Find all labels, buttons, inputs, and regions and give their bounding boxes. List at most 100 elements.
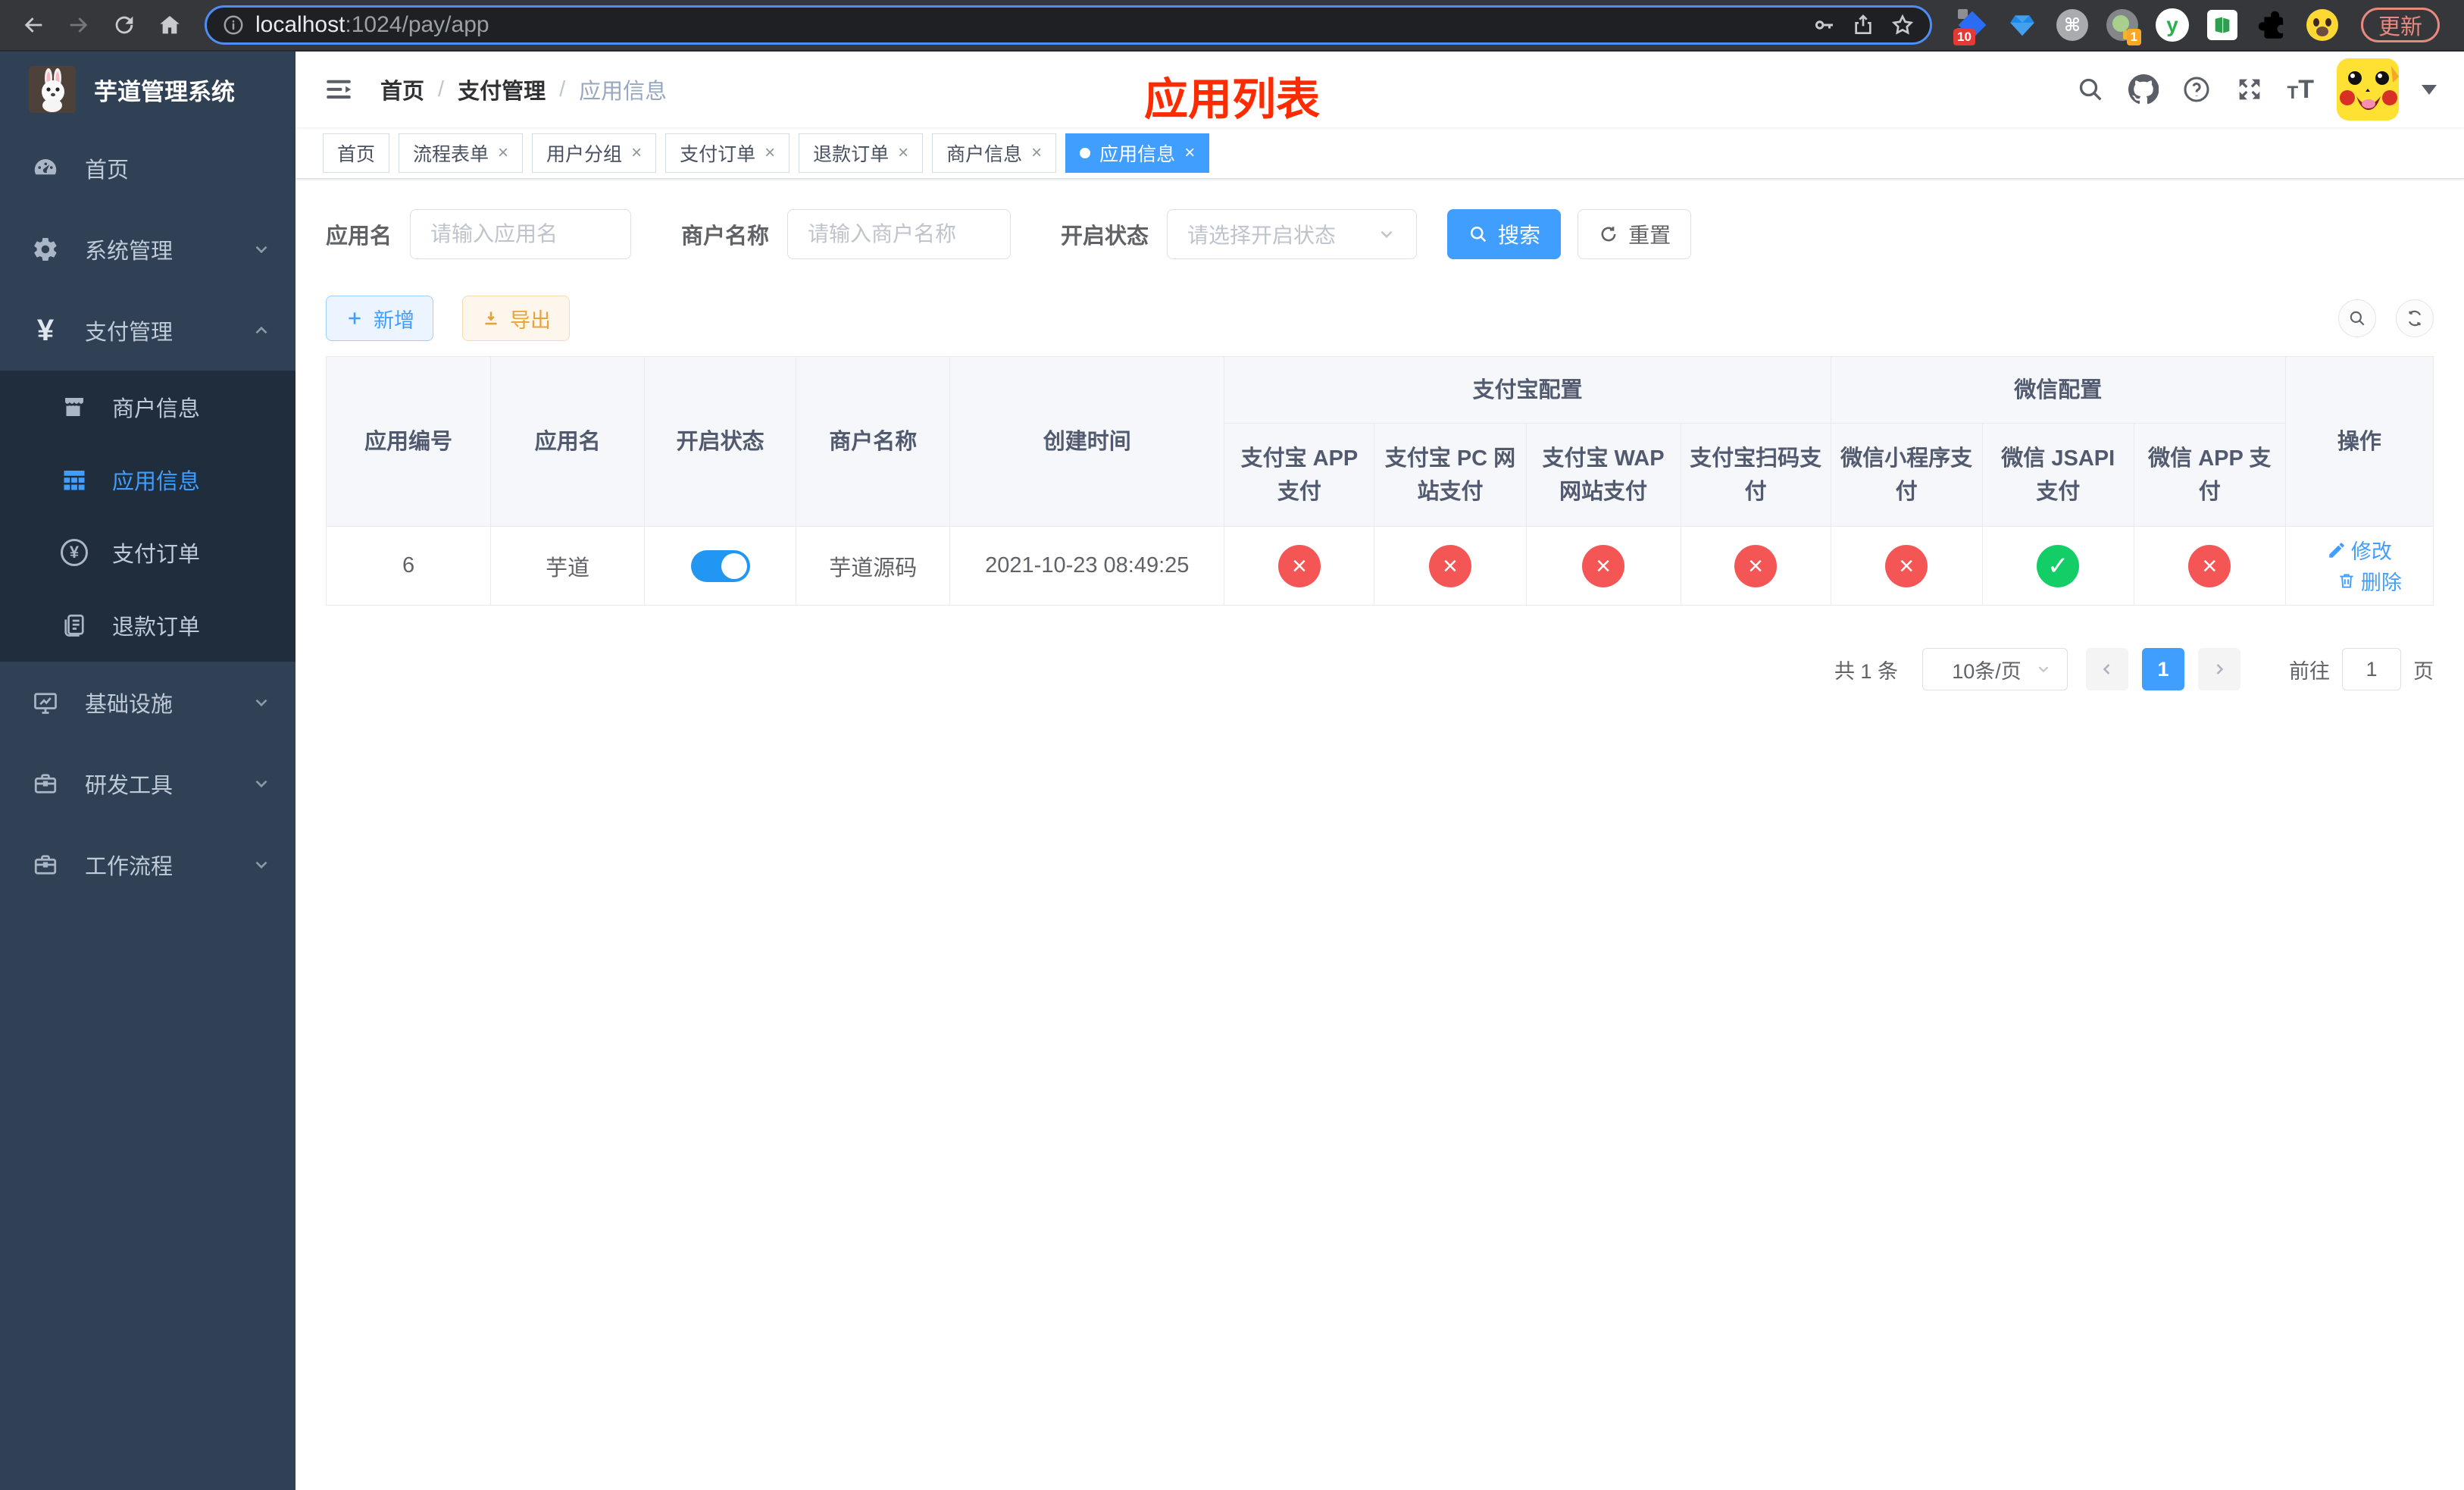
wechat-jsapi-status-icon: ✓ [2037,544,2080,587]
delete-link[interactable]: 删除 [2337,566,2402,596]
yen-icon: ¥ [36,313,55,347]
close-icon[interactable]: × [898,142,908,164]
export-button[interactable]: 导出 [462,296,570,341]
edit-link[interactable]: 修改 [2327,535,2392,565]
chevron-down-icon [252,774,271,794]
tag-app-info[interactable]: 应用信息 × [1065,133,1210,173]
close-icon[interactable]: × [1184,142,1195,164]
search-button[interactable]: 搜索 [1447,209,1562,259]
sidebar-toggle-icon[interactable] [323,74,355,105]
chevron-down-icon [1381,230,1393,239]
sidebar-item-workflow[interactable]: 工作流程 [0,824,295,905]
app-name-input[interactable] [410,209,632,259]
alipay-qr-status-icon: × [1734,544,1778,587]
browser-forward-icon[interactable] [59,5,98,45]
header-search-icon[interactable] [2075,74,2106,105]
search-icon [2350,311,2365,326]
tag-pay-order[interactable]: 支付订单 × [665,133,790,173]
extension-green-y-icon[interactable]: y [2155,8,2190,42]
screen: localhost:1024/pay/app 10 ⌘ 1 y 更新 芋道管理系… [0,0,2464,1490]
tag-refund-order[interactable]: 退款订单 × [799,133,924,173]
tag-process-form[interactable]: 流程表单 × [399,133,524,173]
github-icon[interactable] [2128,74,2159,105]
enabled-toggle[interactable] [690,549,750,582]
plus-icon [349,312,361,324]
avatar-caret-icon[interactable] [2422,84,2437,95]
extension-puzzle-icon[interactable] [2255,8,2290,42]
sidebar-item-system[interactable]: 系统管理 [0,208,295,290]
close-icon[interactable]: × [631,142,642,164]
extension-tampermonkey-icon[interactable]: 10 [1953,8,1990,45]
col-wechat-jsapi: 微信 JSAPI 支付 [1981,423,2134,527]
extension-gem-icon[interactable] [2005,8,2040,42]
monitor-icon [30,687,61,718]
share-icon[interactable] [1851,13,1875,37]
col-merchant: 商户名称 [796,356,951,527]
chevron-down-icon [252,239,271,259]
sidebar-item-app-info[interactable]: 应用信息 [0,443,295,516]
close-icon[interactable]: × [498,142,508,164]
extension-emoji-icon[interactable] [2305,8,2340,42]
logo-rabbit-image [29,66,76,113]
browser-update-button[interactable]: 更新 [2361,8,2441,42]
refresh-table-button[interactable] [2396,299,2434,337]
close-icon[interactable]: × [765,142,775,164]
site-info-icon[interactable] [222,14,245,36]
extension-badge: 1 [2126,29,2141,45]
sidebar-item-label: 基础设施 [85,692,174,717]
goto-page-input[interactable] [2342,648,2401,690]
close-icon[interactable]: × [1031,142,1042,164]
goto-page: 前往 页 [2289,648,2434,690]
tag-user-group[interactable]: 用户分组 × [532,133,657,173]
help-icon[interactable] [2181,74,2212,105]
sidebar-item-refund-order[interactable]: 退款订单 [0,589,295,662]
sidebar-item-infrastructure[interactable]: 基础设施 [0,662,295,743]
status-label: 开启状态 [1061,224,1149,249]
browser-home-icon[interactable] [150,5,189,45]
briefcase-icon [30,850,61,880]
sidebar-item-merchant-info[interactable]: 商户信息 [0,371,295,443]
total-count: 共 1 条 [1834,659,1898,683]
col-group-wechat: 微信配置 [1830,356,2286,424]
browser-refresh-icon[interactable] [105,5,144,45]
sidebar-item-dev-tools[interactable]: 研发工具 [0,743,295,824]
sidebar-item-home[interactable]: 首页 [0,127,295,208]
prev-page-button[interactable] [2086,648,2128,690]
add-button[interactable]: 新增 [326,296,433,341]
tag-merchant-info[interactable]: 商户信息 × [932,133,1057,173]
bookmark-star-icon[interactable] [1890,13,1915,37]
password-key-icon[interactable] [1812,13,1836,37]
font-size-icon[interactable]: TT [2287,77,2314,102]
page-number-current[interactable]: 1 [2142,648,2184,690]
breadcrumb-home[interactable]: 首页 [380,74,424,105]
user-avatar[interactable] [2337,58,2399,121]
alipay-pc-status-icon: × [1428,544,1471,587]
app-title: 芋道管理系统 [94,78,235,105]
sidebar-item-pay-order[interactable]: ¥ 支付订单 [0,516,295,589]
breadcrumb-payment[interactable]: 支付管理 [458,74,546,105]
tag-home[interactable]: 首页 [323,133,390,173]
col-alipay-pc: 支付宝 PC 网站支付 [1374,423,1527,527]
hide-search-button[interactable] [2338,299,2376,337]
extension-avatar-icon[interactable]: 1 [2105,8,2141,45]
browser-menu-icon[interactable]: ⋮ [2456,12,2464,38]
cell-actions: 修改 删除 [2284,526,2434,606]
browser-back-icon[interactable] [14,5,53,45]
sidebar-logo[interactable]: 芋道管理系统 [0,52,295,127]
fullscreen-icon[interactable] [2234,74,2265,105]
sidebar-item-payment[interactable]: ¥ 支付管理 [0,290,295,371]
next-page-button[interactable] [2198,648,2240,690]
merchant-name-input[interactable] [787,209,1012,259]
page-content: 应用名 商户名称 开启状态 请选择开启状态 搜索 重置 [295,179,2464,721]
address-bar[interactable]: localhost:1024/pay/app [205,5,1932,45]
reset-button[interactable]: 重置 [1578,209,1692,259]
page-size-select[interactable]: 10条/页 [1922,648,2068,690]
status-select[interactable]: 请选择开启状态 [1167,209,1418,259]
url-text: localhost:1024/pay/app [255,12,489,37]
coin-yen-icon: ¥ [59,537,89,568]
col-status: 开启状态 [644,356,797,527]
tags-view: 首页 流程表单 × 用户分组 × 支付订单 × 退款订单 × 商户信息 × 应用信息 × [295,127,2464,179]
extension-notes-icon[interactable] [2205,8,2240,42]
extension-knot-icon[interactable]: ⌘ [2055,8,2090,42]
navbar-actions: TT [2075,58,2437,121]
